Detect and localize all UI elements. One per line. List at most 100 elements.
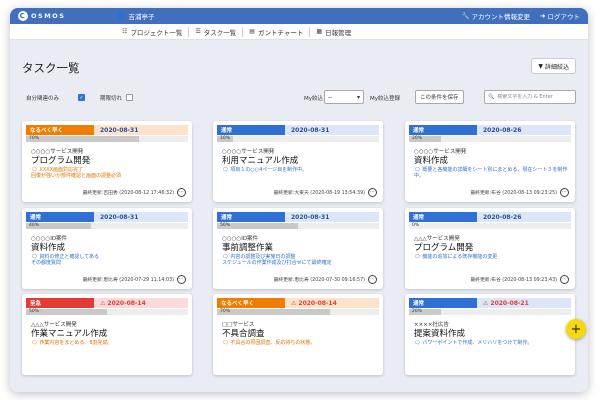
task-card[interactable]: なるべく早く ⚠ 2020-08-14 70% □□サービス 不具合調査 🗨 不具… (213, 294, 383, 375)
last-updated: 最終更新:吉田秀 (2020-08-12 17:46:32) (82, 191, 174, 196)
nav-tasks-label: タスク一覧 (203, 28, 237, 37)
gantt-icon: ▤ (249, 28, 255, 35)
card-header: 通常 2020-08-26 (409, 125, 571, 135)
task-note-text: パワーポイントで作成、メリハリをつけて制作。 (422, 340, 533, 346)
task-note: 🗨 作業内容をまとめる、8割完成。 (31, 340, 186, 346)
task-card[interactable]: なるべく早く 2020-08-31 70% ○○○○サービス開発 プログラム開発… (22, 121, 192, 202)
task-card[interactable]: 通常 2020-08-31 10% ○○○○サービス開発 利用マニュアル作成 🗨… (213, 121, 383, 202)
account-settings-label: アカウント情報変更 (471, 13, 531, 21)
task-note-text: XXXX画面対応完了 回復が強いか部件確認と画面の調整必須 (31, 167, 122, 179)
more-options-icon[interactable]: ⋯ (177, 275, 186, 284)
detail-filter-button[interactable]: ▼ 詳細絞込 (531, 58, 576, 74)
priority-badge: 通常 (217, 125, 285, 135)
task-card[interactable]: 通常 2020-08-26 20% ○○○○サービス開発 資料作成 🗨 概要と各機… (405, 121, 575, 202)
task-title[interactable]: 資料作成 (31, 241, 65, 253)
task-note: 🗨 パワーポイントで作成、メリハリをつけて制作。 (414, 340, 569, 346)
user-icon: 👤 (117, 12, 126, 20)
last-updated: 最終更新:恵比寿 (2020-07-30 09:16:57) (273, 278, 365, 283)
task-title[interactable]: 提案資料作成 (414, 327, 465, 339)
nav-gantt[interactable]: ▤ ガントチャート (242, 26, 309, 37)
progress-text: 70% (29, 136, 40, 141)
main-nav: ☷ プロジェクト一覧 ☰ タスク一覧 ▤ ガントチャート ▦ 日報管理 (10, 24, 588, 40)
task-note-text: 概要と各機能の詳細をシート別にまとめる、現在シート３を制作中。 (414, 167, 568, 179)
due-date: 2020-08-31 (94, 212, 188, 222)
due-date: ⚠ 2020-08-14 (94, 298, 188, 308)
task-title[interactable]: プログラム開発 (414, 241, 473, 253)
task-title[interactable]: 事前調整作業 (222, 241, 273, 253)
progress-text: 20% (412, 136, 423, 141)
task-title[interactable]: 利用マニュアル作成 (222, 154, 298, 166)
due-date-text: 2020-08-14 (298, 299, 337, 307)
page-title: タスク一覧 (22, 61, 80, 75)
nav-tasks[interactable]: ☰ タスク一覧 (188, 26, 242, 37)
task-title[interactable]: 作業マニュアル作成 (31, 327, 107, 339)
task-title[interactable]: プログラム開発 (31, 154, 90, 166)
card-header: 通常 2020-08-31 (217, 212, 379, 222)
task-card[interactable]: 通常 ⚠ 2020-08-21 20% ××××社広告 提案資料作成 🗨 パワーポ… (405, 294, 575, 375)
progress-bar: 0% (409, 223, 571, 229)
task-card[interactable]: 通常 2020-08-31 50% ○○○○ID案件 事前調整作業 🗨 内容の調整… (213, 208, 383, 289)
warning-icon: ⚠ (291, 299, 297, 307)
logo-mark: C (18, 11, 28, 21)
due-date-text: 2020-08-21 (490, 299, 529, 307)
calendar-icon: ▦ (316, 28, 323, 35)
task-note-text: 機能の追加による既存機能の変更 (422, 254, 498, 260)
more-options-icon[interactable]: ⋯ (368, 275, 377, 284)
progress-fill (26, 136, 140, 142)
task-note-text: 作業内容をまとめる、8割完成。 (39, 340, 113, 346)
task-title[interactable]: 不具合調査 (222, 327, 265, 339)
logout-link[interactable]: ➜ ログアウト (540, 11, 580, 21)
task-card[interactable]: 至急 ⚠ 2020-08-14 50% △△△サービス開発 作業マニュアル作成 … (22, 294, 192, 375)
task-note: 🗨 不具合の原因調査、反応待ちの状態。 (222, 340, 377, 346)
progress-text: 0% (412, 223, 420, 228)
search-box[interactable]: 🔍 (484, 90, 576, 104)
account-settings-link[interactable]: 🔧 アカウント情報変更 (461, 11, 530, 21)
priority-badge: 通常 (409, 125, 477, 135)
more-options-icon[interactable]: ⋯ (560, 188, 569, 197)
task-note: 🗨 資料の修正と確認してある その都度質問 (31, 254, 186, 266)
app-logo[interactable]: C OSMOS (18, 11, 65, 21)
overdue-checkbox[interactable] (126, 94, 133, 101)
due-date: 2020-08-31 (94, 125, 188, 135)
task-note: 🗨 XXXX画面対応完了 回復が強いか部件確認と画面の調整必須 (31, 167, 186, 179)
priority-badge: 通常 (217, 212, 285, 222)
sitemap-icon: ☷ (122, 28, 128, 35)
due-date: ⚠ 2020-08-21 (477, 298, 571, 308)
self-only-label: 自分関連のみ (26, 96, 60, 102)
my-filter-value: -- (328, 93, 333, 101)
overdue-label: 期限切れ (100, 96, 123, 102)
card-header: 通常 2020-08-26 (409, 212, 571, 222)
more-options-icon[interactable]: ⋯ (177, 188, 186, 197)
self-only-checkbox[interactable]: ✓ (78, 94, 85, 101)
priority-badge: 通常 (409, 298, 477, 308)
nav-daily-report-label: 日報管理 (325, 28, 352, 37)
logout-icon: ➜ (540, 12, 546, 20)
task-title[interactable]: 資料作成 (414, 154, 448, 166)
app-window: C OSMOS 👤 吉浦亭子 🔧 アカウント情報変更 ➜ ログアウト ☷ プロジ… (10, 8, 588, 392)
search-icon: 🔍 (488, 94, 495, 100)
warning-icon: ⚠ (100, 299, 106, 307)
card-header: 通常 ⚠ 2020-08-21 (409, 298, 571, 308)
progress-text: 20% (412, 309, 423, 314)
card-header: なるべく早く ⚠ 2020-08-14 (217, 298, 379, 308)
my-filter-register-label: My絞込登録 (370, 96, 401, 102)
logo-text: OSMOS (31, 12, 66, 20)
user-info: 👤 吉浦亭子 (117, 11, 154, 21)
progress-text: 50% (29, 309, 40, 314)
task-card[interactable]: 通常 2020-08-26 0% △△△サービス開発 プログラム開発 🗨 機能の追… (405, 208, 575, 289)
add-task-button[interactable]: + (566, 319, 586, 339)
save-condition-button[interactable]: この条件を保存 (415, 90, 464, 104)
progress-bar: 40% (26, 223, 188, 229)
search-input[interactable] (497, 94, 574, 100)
progress-bar: 70% (26, 136, 188, 142)
nav-gantt-label: ガントチャート (257, 28, 304, 37)
more-options-icon[interactable]: ⋯ (368, 188, 377, 197)
nav-daily-report[interactable]: ▦ 日報管理 (309, 26, 357, 37)
nav-projects[interactable]: ☷ プロジェクト一覧 (116, 27, 188, 37)
priority-badge: 至急 (26, 298, 94, 308)
task-card[interactable]: 通常 2020-08-31 40% ○○○○ID案件 資料作成 🗨 資料の修正と確… (22, 208, 192, 289)
due-date: 2020-08-31 (285, 212, 379, 222)
priority-badge: 通常 (409, 212, 477, 222)
my-filter-select[interactable]: -- ▾ (324, 90, 364, 104)
more-options-icon[interactable]: ⋯ (560, 275, 569, 284)
